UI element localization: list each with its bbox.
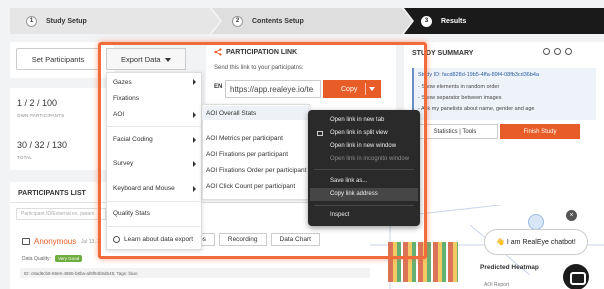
gear-icon[interactable] (565, 48, 572, 55)
chatbot-greeting[interactable]: 👋 I am RealEye chatbot! (484, 229, 588, 255)
context-item-copy-link-address[interactable]: Copy link address (330, 191, 378, 197)
copy-link-button[interactable]: Copy (323, 80, 381, 98)
menu-item-keyboard-and-mouse[interactable]: Keyboard and Mouse (113, 185, 175, 192)
menu-item-gazes[interactable]: Gazes (113, 79, 132, 86)
step-number: 1 (26, 15, 37, 27)
step-results[interactable]: 3 Results (404, 8, 604, 34)
summary-line: - Show elements in random order (418, 84, 500, 90)
participation-link-title: PARTICIPATION LINK (226, 49, 298, 56)
chatbot-avatar (528, 214, 544, 230)
chat-icon[interactable] (563, 264, 589, 289)
participant-name-label: Anonymous (34, 237, 77, 246)
chevron-right-icon (193, 79, 196, 85)
tab-recording[interactable]: Recording (218, 233, 267, 246)
context-item-save-link-as[interactable]: Save link as... (330, 178, 367, 184)
split-view-icon (317, 131, 323, 136)
total-participants-value: 30 / 32 / 130 (17, 140, 68, 150)
chevron-down-icon (165, 58, 171, 62)
data-quality-label: Data Quality: (22, 256, 51, 262)
menu-item-facial-coding[interactable]: Facial Coding (113, 136, 153, 143)
copy-label: Copy (341, 85, 358, 93)
summary-line: - Ask my panelists about name, gender an… (418, 106, 535, 112)
participant-name[interactable]: Anonymous (22, 237, 76, 246)
divider (106, 226, 202, 227)
step-number: 2 (232, 15, 243, 27)
total-participants-label: TOTAL (17, 155, 33, 160)
block-icon[interactable] (554, 48, 561, 55)
menu-item-aoi[interactable]: AOI (113, 111, 124, 118)
submenu-item-aoi-metrics[interactable]: AOI Metrics per participant (206, 135, 283, 142)
set-participants-button[interactable]: Set Participants (16, 48, 100, 70)
participation-link-subtitle: Send this link to your participatns: (214, 65, 304, 71)
context-item-inspect[interactable]: Inspect (330, 212, 349, 218)
export-data-label: Export Data (121, 54, 161, 64)
export-data-button[interactable]: Export Data (106, 48, 186, 70)
submenu-item-aoi-fixations[interactable]: AOI Fixations per participant (206, 151, 288, 158)
divider (314, 205, 414, 206)
participation-url-field[interactable]: https://app.realeye.io/te (225, 80, 321, 98)
help-icon (113, 236, 120, 243)
language-code[interactable]: EN (214, 84, 222, 90)
context-item-open-split-view[interactable]: Open link in split view (330, 130, 388, 136)
menu-item-fixations[interactable]: Fixations (113, 95, 139, 102)
participants-list-title: PARTICIPANTS LIST (18, 190, 86, 197)
finish-study-button[interactable]: Finish Study (500, 124, 580, 139)
step-label: Results (441, 17, 467, 25)
submenu-item-aoi-fixations-order[interactable]: AOI Fixations Order per participant (206, 167, 306, 174)
study-id: Study ID: facd828d-19b5-4ffa-89f4-08fb3c… (418, 72, 539, 78)
participant-tabs: ps Recording Data Chart (190, 233, 320, 246)
chevron-right-icon (193, 186, 196, 192)
own-participants-value: 1 / 2 / 100 (17, 98, 58, 108)
chevron-down-icon[interactable] (369, 87, 375, 91)
step-number: 3 (421, 15, 432, 27)
data-quality-badge: Very Good (55, 255, 83, 262)
step-study-setup[interactable]: 1 Study Setup (10, 8, 220, 34)
tab-data-chart[interactable]: Data Chart (270, 233, 320, 246)
participant-search-input[interactable]: Participant ID/External ex. param (16, 208, 106, 220)
menu-item-quality-stats[interactable]: Quality Stats (113, 210, 150, 217)
share-icon (214, 48, 222, 56)
step-label: Contents Setup (252, 17, 304, 25)
summary-toolbar (543, 48, 572, 55)
participant-date: Jul 13, 2 (81, 239, 100, 245)
refresh-icon[interactable] (543, 48, 550, 55)
chevron-right-icon (193, 112, 196, 118)
context-item-open-new-window[interactable]: Open link in new window (330, 143, 396, 149)
step-label: Study Setup (46, 17, 87, 25)
submenu-item-aoi-overall-stats[interactable]: AOI Overall Stats (206, 110, 256, 117)
aoi-report-label: AOI Report (484, 282, 510, 288)
divider (365, 83, 366, 95)
context-item-open-new-tab[interactable]: Open link in new tab (330, 117, 384, 123)
own-participants-label: OWN PARTICIPANTS (17, 113, 65, 118)
menu-item-learn-data-export[interactable]: Learn about data export (124, 236, 193, 243)
predicted-heatmap-title: Predicted Heatmap (480, 264, 539, 271)
summary-line: - Show separator between images (418, 95, 502, 101)
menu-item-survey[interactable]: Survey (113, 160, 133, 167)
heatmap-thumbnail[interactable] (388, 242, 458, 282)
study-summary-title: STUDY SUMMARY (412, 50, 474, 57)
context-item-open-incognito: Open link in incognito window (330, 156, 410, 162)
participant-id-row: ID: c8ad8cb8-69e5-4865-b8ba-af8f94b5d545… (20, 268, 370, 278)
results-page: 1 Study Setup 2 Contents Setup 3 Results… (0, 0, 604, 289)
monitor-icon (22, 238, 30, 245)
submenu-item-aoi-click-count[interactable]: AOI Click Count per participant (206, 183, 295, 190)
stepper: 1 Study Setup 2 Contents Setup 3 Results (0, 8, 604, 34)
divider (106, 126, 202, 127)
step-contents-setup[interactable]: 2 Contents Setup (212, 8, 412, 34)
statistics-tools-button[interactable]: Statistics | Tools (412, 124, 498, 139)
divider (314, 169, 414, 170)
link-context-menu (308, 110, 420, 226)
close-icon[interactable]: × (566, 210, 577, 221)
chevron-right-icon (193, 137, 196, 143)
divider (106, 201, 202, 202)
chevron-right-icon (193, 161, 196, 167)
